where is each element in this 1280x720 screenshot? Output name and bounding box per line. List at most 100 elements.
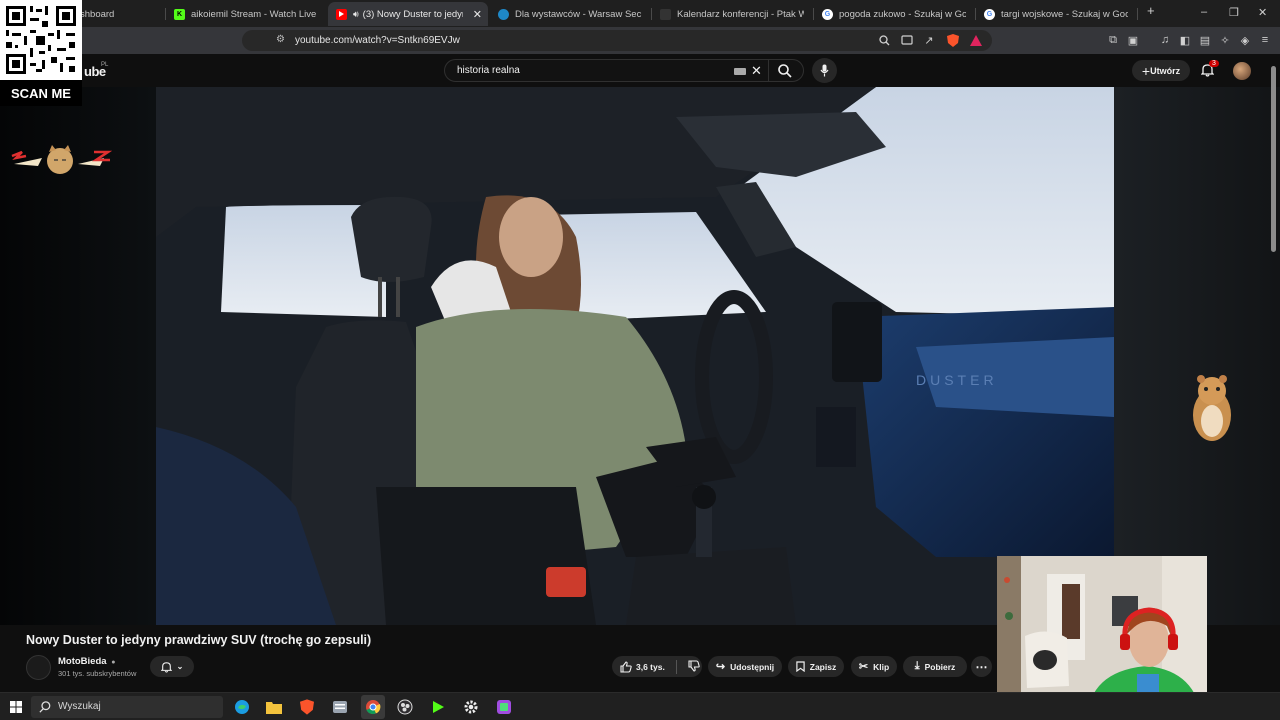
more-actions-icon[interactable]: ⋯ — [971, 656, 992, 677]
google-favicon-icon: G — [822, 8, 833, 20]
dislike-button[interactable] — [688, 659, 700, 674]
like-dislike-group: 3,6 tys. — [612, 656, 702, 677]
close-window-icon[interactable]: ✕ — [1258, 6, 1267, 19]
channel-avatar[interactable] — [26, 655, 51, 680]
restore-icon[interactable]: ❐ — [1229, 6, 1239, 19]
wallet-icon[interactable]: ▤ — [1198, 33, 1212, 47]
create-label: Utwórz — [1150, 65, 1181, 76]
create-button[interactable]: + Utwórz — [1132, 60, 1190, 81]
subscription-notifications-button[interactable]: ⌄ — [150, 656, 194, 677]
windows-taskbar: Wyszukaj — [0, 692, 1280, 720]
obs-studio-icon[interactable] — [396, 698, 414, 716]
thumbs-up-icon — [620, 660, 632, 673]
tab-kick-stream[interactable]: K aikoiemil Stream - Watch Live on Kick — [166, 2, 326, 26]
search-icon[interactable] — [778, 64, 792, 83]
brave-browser-icon[interactable] — [298, 698, 316, 716]
screenshot-icon[interactable]: ▣ — [1126, 33, 1140, 47]
save-label: Zapisz — [809, 661, 837, 672]
file-explorer-icon[interactable] — [265, 698, 283, 716]
site-favicon-icon — [498, 8, 509, 20]
clip-button[interactable]: ✂ Klip — [851, 656, 897, 677]
brave-rewards-icon[interactable] — [969, 33, 983, 47]
streaming-app-icon[interactable] — [429, 698, 447, 716]
sidebar-icon[interactable]: ◧ — [1178, 33, 1192, 47]
tab-ptak-warsaw[interactable]: Kalendarz konferencji - Ptak Warsaw — [652, 2, 812, 26]
tab-dashboard[interactable]: shboard — [72, 2, 164, 26]
video-player[interactable]: DUSTER — [156, 87, 1114, 625]
search-icon — [39, 700, 51, 718]
vpn-shield-icon[interactable]: ◈ — [1238, 33, 1252, 47]
verified-check-icon: ● — [111, 659, 116, 666]
tab-google-targi[interactable]: G targi wojskowe - Szukaj w Google — [976, 2, 1136, 26]
subscriber-count: 301 tys. subskrybentów — [58, 669, 137, 678]
new-tab-plus-icon[interactable]: + — [1147, 3, 1155, 18]
edge-browser-icon[interactable] — [233, 698, 251, 716]
leo-ai-icon[interactable]: ✧ — [1218, 33, 1232, 47]
thumbs-down-icon — [688, 659, 700, 672]
minimize-icon[interactable]: – — [1201, 6, 1207, 18]
chrome-browser-icon[interactable] — [361, 695, 385, 719]
account-avatar[interactable] — [1233, 62, 1251, 80]
audio-playing-icon[interactable]: 🔊︎ — [353, 9, 359, 20]
keyboard-icon[interactable] — [734, 68, 746, 75]
page-scrollbar[interactable] — [1271, 66, 1276, 252]
tab-warsaw-security[interactable]: Dla wystawców - Warsaw Security & — [490, 2, 650, 26]
voice-search-mic-icon[interactable] — [812, 58, 837, 83]
site-favicon-icon — [660, 8, 671, 20]
browser-toolbar: ⚙︎ youtube.com/watch?v=Sntkn69EVJw ↗ ⧉ ▣… — [0, 27, 1280, 54]
save-button[interactable]: Zapisz — [788, 656, 844, 677]
qr-code-image — [6, 6, 76, 74]
tab-title: shboard — [80, 8, 115, 20]
region-code: PL — [101, 62, 109, 68]
plus-icon: + — [1141, 62, 1151, 79]
clear-search-icon[interactable]: ✕ — [751, 63, 762, 79]
qr-code — [0, 0, 82, 80]
like-count: 3,6 tys. — [636, 661, 665, 672]
hamster-sticker-icon — [1193, 375, 1231, 441]
share-page-icon[interactable]: ↗ — [922, 33, 936, 47]
clip-label: Klip — [873, 661, 890, 672]
share-label: Udostępnij — [730, 661, 775, 672]
channel-name[interactable]: MotoBieda ● — [58, 656, 115, 667]
like-button[interactable]: 3,6 tys. — [620, 660, 665, 673]
dashboard-emblem: DUSTER — [916, 372, 998, 388]
search-input[interactable]: historia realna — [457, 65, 520, 76]
scan-me-label: SCAN ME — [0, 80, 82, 106]
tab-title: pogoda zukowo - Szukaj w Google — [839, 8, 966, 20]
close-tab-icon[interactable]: ✕ — [473, 8, 482, 21]
zoom-search-icon[interactable] — [877, 33, 891, 47]
save-bookmark-icon — [796, 661, 805, 672]
tab-title: targi wojskowe - Szukaj w Google — [1001, 8, 1128, 20]
cast-icon[interactable] — [900, 33, 914, 47]
video-frame-scene: DUSTER — [156, 87, 1114, 625]
video-title: Nowy Duster to jedyny prawdziwy SUV (tro… — [26, 633, 372, 647]
extensions-puzzle-icon[interactable]: ⧉ — [1106, 33, 1120, 47]
menu-icon[interactable]: ≡ — [1258, 33, 1272, 47]
tab-title: (3) Nowy Duster to jedyny prawdziwy — [362, 8, 463, 20]
download-icon: ⤓ — [914, 660, 920, 672]
settings-gear-icon[interactable] — [462, 698, 480, 716]
search-box[interactable]: historia realna ✕ — [444, 59, 804, 82]
kick-favicon-icon: K — [174, 8, 185, 20]
video-right-backdrop — [1114, 87, 1280, 625]
tab-title: aikoiemil Stream - Watch Live on Kick — [191, 8, 318, 20]
media-controls-icon[interactable]: ♫ — [1158, 33, 1172, 47]
taskbar-search-box[interactable]: Wyszukaj — [31, 696, 223, 718]
browser-tab-strip: shboard K aikoiemil Stream - Watch Live … — [0, 0, 1280, 27]
channel-name-text: MotoBieda — [58, 656, 107, 667]
windows-start-icon[interactable] — [7, 698, 25, 716]
tab-title: Kalendarz konferencji - Ptak Warsaw — [677, 8, 804, 20]
sleeping-cat-emote-icon — [11, 145, 112, 174]
url-text[interactable]: youtube.com/watch?v=Sntkn69EVJw — [295, 35, 460, 46]
download-button[interactable]: ⤓ Pobierz — [903, 656, 967, 677]
notes-app-icon[interactable] — [331, 698, 349, 716]
app-store-icon[interactable] — [495, 698, 513, 716]
tab-google-pogoda[interactable]: G pogoda zukowo - Szukaj w Google — [814, 2, 974, 26]
brave-shields-icon[interactable] — [946, 33, 960, 47]
share-button[interactable]: ↪ Udostępnij — [708, 656, 782, 677]
site-info-icon[interactable]: ⚙︎ — [276, 34, 285, 45]
scissors-icon: ✂ — [858, 661, 869, 673]
tab-youtube-active[interactable]: 🔊︎ (3) Nowy Duster to jedyny prawdziwy ✕ — [328, 2, 488, 26]
notifications-count-badge: 3 — [1209, 60, 1219, 67]
youtube-header: ube PL historia realna ✕ + Utwórz 3 — [0, 54, 1280, 87]
